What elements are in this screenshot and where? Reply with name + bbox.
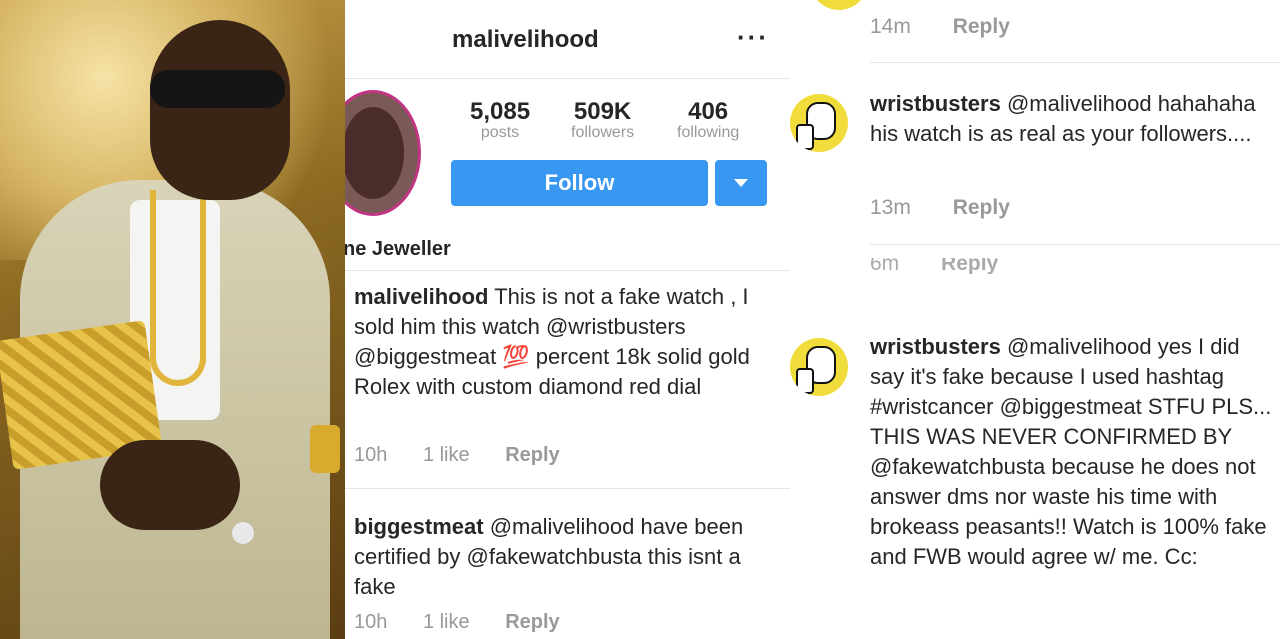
divider [870, 244, 1280, 245]
avatar[interactable] [790, 338, 848, 396]
hand [100, 440, 240, 530]
sunglasses [150, 70, 285, 108]
comments-panel: 14m Reply wristbusters @malivelihood hah… [790, 0, 1280, 639]
avatar[interactable] [790, 94, 848, 152]
profile-header: malivelihood ··· [345, 0, 790, 79]
person-head [150, 20, 290, 200]
follow-button[interactable]: Follow [451, 160, 708, 206]
comment-time: 10h [354, 611, 388, 633]
divider [870, 62, 1280, 63]
ring [232, 522, 254, 544]
reply-button[interactable]: Reply [941, 258, 998, 274]
comment-likes[interactable]: 1 like [423, 444, 470, 466]
comment-username[interactable]: wristbusters [870, 91, 1001, 116]
reply-button[interactable]: Reply [953, 15, 1010, 38]
stat-posts[interactable]: 5,085 posts [470, 98, 530, 142]
comment: wristbusters @malivelihood hahahaha his … [870, 89, 1275, 149]
comment-likes[interactable]: 1 like [423, 611, 470, 633]
comment-meta: 10h 1 like Reply [354, 611, 590, 634]
more-options-icon[interactable]: ··· [737, 22, 769, 53]
profile-avatar[interactable] [345, 90, 421, 216]
gold-watch [310, 425, 340, 473]
profile-bio-name: ne Jeweller [345, 238, 451, 260]
comment-meta-cut: 6m Reply [870, 258, 1034, 274]
comment-username[interactable]: wristbusters [870, 334, 1001, 359]
comment-username[interactable]: biggestmeat [354, 514, 484, 539]
comment-time: 14m [870, 15, 911, 38]
comment-meta: 14m Reply [870, 15, 1046, 39]
comment-time: 6m [870, 258, 900, 274]
divider [345, 270, 790, 271]
stat-following[interactable]: 406 following [677, 98, 739, 142]
comment-meta: 10h 1 like Reply [354, 444, 590, 467]
stat-followers[interactable]: 509K followers [571, 98, 634, 142]
reply-button[interactable]: Reply [505, 444, 559, 466]
comment: biggestmeat @malivelihood have been cert… [354, 512, 774, 602]
comment: malivelihood This is not a fake watch , … [354, 282, 774, 402]
comment: wristbusters @malivelihood yes I did say… [870, 332, 1275, 572]
comment-time: 13m [870, 196, 911, 219]
reply-button[interactable]: Reply [505, 611, 559, 633]
suggestions-dropdown-button[interactable] [715, 160, 767, 206]
divider [345, 488, 790, 489]
profile-username: malivelihood [452, 26, 599, 53]
comment-time: 10h [354, 444, 388, 466]
comment-meta: 13m Reply [870, 196, 1046, 220]
photo-panel [0, 0, 345, 639]
comment-text: @malivelihood yes I did say it's fake be… [870, 334, 1272, 569]
chevron-down-icon [734, 179, 748, 187]
gold-chain [150, 190, 206, 386]
comment-username[interactable]: malivelihood [354, 284, 488, 309]
reply-button[interactable]: Reply [953, 196, 1010, 219]
avatar[interactable] [810, 0, 868, 10]
instagram-profile-panel: malivelihood ··· 5,085 posts 509K follow… [345, 0, 790, 639]
